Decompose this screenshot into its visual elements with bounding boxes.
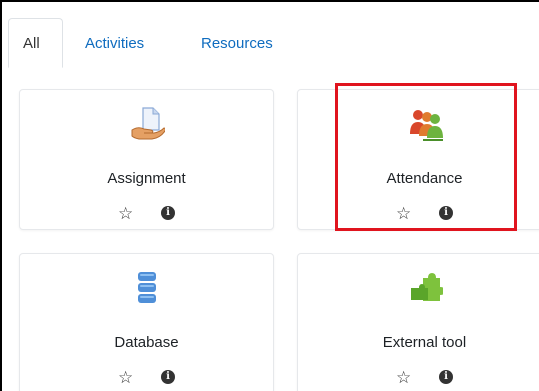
info-icon[interactable]: i xyxy=(439,370,453,384)
assignment-icon xyxy=(129,106,166,142)
card-actions: ☆ i xyxy=(298,204,539,230)
module-name: Database xyxy=(114,334,179,351)
tab-bar: All Activities Resources xyxy=(2,2,539,69)
card-actions: ☆ i xyxy=(20,368,273,391)
module-card-external-tool[interactable]: External tool ☆ i xyxy=(297,253,539,391)
module-name: Attendance xyxy=(386,170,463,187)
info-icon[interactable]: i xyxy=(161,370,175,384)
module-name: External tool xyxy=(382,334,467,351)
card-actions: ☆ i xyxy=(298,368,539,391)
database-icon xyxy=(129,270,165,306)
star-icon[interactable]: ☆ xyxy=(118,204,133,224)
module-grid: Assignment ☆ i Attendance ☆ i Database ☆… xyxy=(2,68,539,391)
star-icon[interactable]: ☆ xyxy=(396,368,411,388)
external-tool-icon xyxy=(407,270,445,306)
module-card-assignment[interactable]: Assignment ☆ i xyxy=(19,89,274,230)
info-icon[interactable]: i xyxy=(161,206,175,220)
tab-resources[interactable]: Resources xyxy=(201,35,273,52)
activity-chooser: All Activities Resources Assignment ☆ i xyxy=(0,0,539,391)
star-icon[interactable]: ☆ xyxy=(118,368,133,388)
tab-activities[interactable]: Activities xyxy=(85,35,144,52)
info-icon[interactable]: i xyxy=(439,206,453,220)
module-card-database[interactable]: Database ☆ i xyxy=(19,253,274,391)
module-name: Assignment xyxy=(107,170,186,187)
module-card-attendance[interactable]: Attendance ☆ i xyxy=(297,89,539,230)
tab-all[interactable]: All xyxy=(8,18,63,68)
card-actions: ☆ i xyxy=(20,204,273,230)
star-icon[interactable]: ☆ xyxy=(396,204,411,224)
attendance-icon xyxy=(407,106,443,142)
